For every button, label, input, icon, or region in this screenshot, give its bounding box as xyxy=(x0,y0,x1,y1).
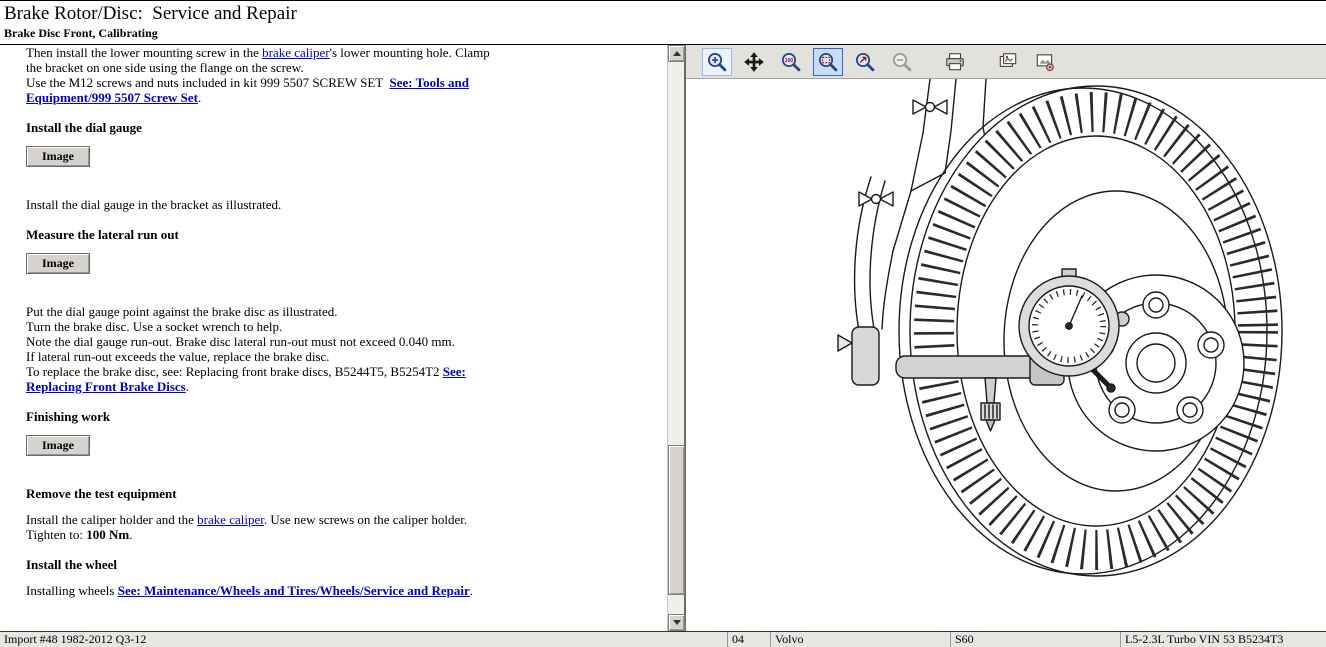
document-content: Then install the lower mounting screw in… xyxy=(0,45,667,631)
text-run: Installing wheels xyxy=(26,583,118,598)
zoom-out-button[interactable] xyxy=(887,48,917,76)
scrollbar-thumb[interactable] xyxy=(668,445,685,595)
instruction-line: Note the dial gauge run-out. Brake disc … xyxy=(26,334,504,349)
status-vehicle-engine: L5-2.3L Turbo VIN 53 B5234T3 xyxy=(1120,632,1326,647)
heading-finishing-work: Finishing work xyxy=(26,409,667,424)
image-copy-icon xyxy=(997,51,1019,73)
paragraph-caliper-holder: Install the caliper holder and the brake… xyxy=(26,512,504,527)
instruction-line: Put the dial gauge point against the bra… xyxy=(26,304,504,319)
image-settings-button[interactable] xyxy=(1030,48,1060,76)
zoom-out-icon xyxy=(891,51,913,73)
zoom-100-button[interactable]: 100 xyxy=(776,48,806,76)
zoom-in-icon xyxy=(706,51,728,73)
print-button[interactable] xyxy=(940,48,970,76)
instruction-line: If lateral run-out exceeds the value, re… xyxy=(26,349,504,364)
print-icon xyxy=(944,51,966,73)
paragraph-installing-wheels: Installing wheels See: Maintenance/Wheel… xyxy=(26,583,504,598)
vertical-scrollbar[interactable] xyxy=(667,45,684,631)
heading-install-dial-gauge: Install the dial gauge xyxy=(26,120,667,135)
heading-remove-test-equipment: Remove the test equipment xyxy=(26,486,667,501)
scroll-down-button[interactable] xyxy=(668,614,685,631)
svg-text:100: 100 xyxy=(785,58,794,64)
brake-caliper-link[interactable]: brake caliper xyxy=(262,45,329,60)
paragraph-screw-kit: Use the M12 screws and nuts included in … xyxy=(26,75,504,105)
instruction-line-replace-disc: To replace the brake disc, see: Replacin… xyxy=(26,364,504,394)
zoom-window-icon xyxy=(817,51,839,73)
pan-button[interactable] xyxy=(739,48,769,76)
zoom-window-button[interactable] xyxy=(813,48,843,76)
text-run: . xyxy=(470,583,473,598)
zoom-dynamic-icon xyxy=(854,51,876,73)
status-import-info: Import #48 1982-2012 Q3-12 xyxy=(0,632,727,647)
status-vehicle-model: S60 xyxy=(950,632,1120,647)
zoom-in-button[interactable] xyxy=(702,48,732,76)
status-vehicle-make: Volvo xyxy=(770,632,950,647)
image-button[interactable]: Image xyxy=(26,253,90,274)
text-run: To replace the brake disc, see: Replacin… xyxy=(26,364,443,379)
main-split: Then install the lower mounting screw in… xyxy=(0,45,1326,631)
image-settings-icon xyxy=(1034,51,1056,73)
pan-icon xyxy=(743,51,765,73)
image-copy-button[interactable] xyxy=(993,48,1023,76)
heading-measure-lateral-runout: Measure the lateral run out xyxy=(26,227,667,242)
paragraph-mounting-screw: Then install the lower mounting screw in… xyxy=(26,45,504,75)
page-title: Brake Rotor/Disc: Service and Repair xyxy=(4,2,1320,26)
see-installing-wheels-link[interactable]: See: Maintenance/Wheels and Tires/Wheels… xyxy=(118,583,470,598)
scroll-up-button[interactable] xyxy=(668,45,685,62)
text-run: . xyxy=(186,379,189,394)
image-panel: 100 xyxy=(686,45,1326,631)
up-arrow-icon xyxy=(673,51,681,56)
text-run: Install the caliper holder and the xyxy=(26,512,197,527)
document-panel: Then install the lower mounting screw in… xyxy=(0,45,686,631)
instruction-line: Turn the brake disc. Use a socket wrench… xyxy=(26,319,504,334)
down-arrow-icon xyxy=(673,620,681,625)
diagram-viewport[interactable] xyxy=(686,79,1326,631)
text-run: . xyxy=(129,527,132,542)
page-subtitle: Brake Disc Front, Calibrating xyxy=(4,26,1320,41)
image-toolbar: 100 xyxy=(686,45,1326,79)
zoom-100-icon: 100 xyxy=(780,51,802,73)
status-bar: Import #48 1982-2012 Q3-12 04 Volvo S60 … xyxy=(0,631,1326,647)
image-button[interactable]: Image xyxy=(26,435,90,456)
text-run: . Use new screws on the caliper holder. xyxy=(264,512,467,527)
heading-install-wheel: Install the wheel xyxy=(26,557,667,572)
text-run: Then install the lower mounting screw in… xyxy=(26,45,262,60)
text-run: . xyxy=(198,90,201,105)
text-run: Tighten to: xyxy=(26,527,86,542)
brake-disc-diagram xyxy=(692,79,1326,631)
image-button[interactable]: Image xyxy=(26,146,90,167)
status-code: 04 xyxy=(727,632,770,647)
paragraph-install-gauge: Install the dial gauge in the bracket as… xyxy=(26,197,504,212)
brake-caliper-link[interactable]: brake caliper xyxy=(197,512,264,527)
zoom-dynamic-button[interactable] xyxy=(850,48,880,76)
paragraph-torque: Tighten to: 100 Nm. xyxy=(26,527,504,542)
torque-value: 100 Nm xyxy=(86,527,129,542)
text-run: Use the M12 screws and nuts included in … xyxy=(26,75,390,90)
page-header: Brake Rotor/Disc: Service and Repair Bra… xyxy=(0,1,1326,45)
